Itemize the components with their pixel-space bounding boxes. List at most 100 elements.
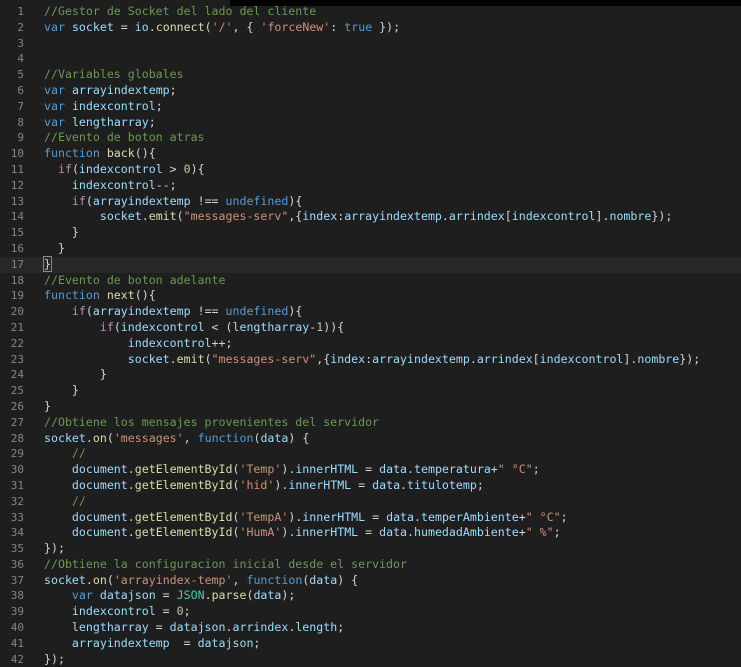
code-line[interactable]: 28 socket.on('messages', function(data) { (0, 431, 741, 447)
code-token: humedadAmbiente (414, 525, 519, 540)
code-token: 'arrayindex-temp' (113, 572, 233, 587)
code-line[interactable]: 23 socket.emit("messages-serv",{index:ar… (0, 352, 741, 368)
code-line[interactable]: 38 var datajson = JSON.parse(data); (0, 588, 741, 604)
code-token: temperatura (414, 462, 491, 477)
code-token: ,{ (316, 351, 331, 366)
code-line[interactable]: 39 indexcontrol = 0; (0, 604, 741, 620)
code-line[interactable]: 21 if(indexcontrol < (lengtharray-1)){ (0, 320, 741, 336)
line-number: 2 (17, 20, 24, 34)
code-token: index (302, 209, 338, 224)
code-line[interactable]: 40 lengtharray = datajson.arrindex.lengt… (0, 620, 741, 636)
code-text: if(indexcontrol < (lengtharray-1)){ (44, 320, 344, 336)
code-line[interactable]: 32 // (0, 494, 741, 510)
code-token: var (44, 114, 65, 129)
code-text: var lengtharray; (44, 115, 156, 131)
code-line[interactable]: 10 function back(){ (0, 146, 741, 162)
code-line[interactable]: 31 document.getElementById('hid').innerH… (0, 478, 741, 494)
code-token: = (113, 19, 135, 34)
code-line[interactable]: 34 document.getElementById('HumA').inner… (0, 525, 741, 541)
code-token: //Evento de boton atras (44, 130, 205, 145)
code-line[interactable]: 17} (0, 255, 741, 273)
code-token: on (92, 430, 107, 445)
code-line[interactable]: 29 // (0, 446, 741, 462)
code-token: indexcontrol (71, 98, 156, 113)
code-line[interactable]: 27 //Obtiene los mensajes provenientes de… (0, 415, 741, 431)
code-line[interactable]: 37 socket.on('arrayindex-temp', function(… (0, 573, 741, 589)
code-token: + (518, 509, 526, 524)
code-token: indexcontrol (127, 335, 212, 350)
code-token: --; (155, 177, 177, 192)
code-token: . (141, 209, 149, 224)
code-token: indexcontrol (78, 161, 163, 176)
code-line[interactable]: 19 function next(){ (0, 288, 741, 304)
code-editor[interactable]: 1 //Gestor de Socket del lado del cliente… (0, 0, 741, 666)
code-line[interactable]: 41 arrayindextemp = datajson; (0, 636, 741, 652)
code-line[interactable]: 8 var lengtharray; (0, 115, 741, 131)
code-token: if (71, 304, 86, 319)
code-line[interactable]: 12 indexcontrol--; (0, 178, 741, 194)
code-token: ( (204, 351, 212, 366)
code-text: } (44, 367, 107, 383)
code-line[interactable]: 3 (0, 36, 741, 52)
code-token: //Obtiene la configuracion inicial desde… (44, 556, 407, 571)
code-line[interactable]: 16 } (0, 241, 741, 257)
code-line[interactable]: 9 //Evento de boton atras (0, 130, 741, 146)
code-token: } (57, 240, 65, 255)
code-line[interactable]: 36 //Obtiene la configuracion inicial des… (0, 557, 741, 573)
code-line[interactable]: 5 //Variables globales (0, 67, 741, 83)
code-token: " %" (525, 525, 554, 540)
code-token: }); (679, 351, 701, 366)
code-line[interactable]: 25 } (0, 383, 741, 399)
code-token: indexcontrol (71, 177, 156, 192)
line-number: 27 (10, 415, 24, 429)
line-number: 36 (10, 557, 24, 571)
code-line[interactable]: 6 var arrayindextemp; (0, 83, 741, 99)
code-token: document (71, 462, 128, 477)
code-line[interactable]: 13 if(arrayindextemp !== undefined){ (0, 194, 741, 210)
line-number: 23 (10, 352, 24, 366)
code-token: 'forceNew' (260, 19, 331, 34)
line-number: 35 (10, 542, 24, 556)
code-line[interactable]: 11 if(indexcontrol > 0){ (0, 162, 741, 178)
code-token: socket (44, 572, 86, 587)
line-number: 8 (17, 115, 24, 129)
code-text: socket.emit("messages-serv",{index:array… (44, 209, 672, 225)
code-line[interactable]: 1 //Gestor de Socket del lado del cliente (0, 4, 741, 20)
code-token: < ( (204, 319, 233, 334)
code-token: ; (183, 604, 191, 619)
code-line[interactable]: 42}); (0, 652, 741, 667)
code-line[interactable]: 7 var indexcontrol; (0, 99, 741, 115)
code-text: document.getElementById('hid').innerHTML… (44, 478, 484, 494)
code-line[interactable]: 20 if(arrayindextemp !== undefined){ (0, 304, 741, 320)
line-number: 7 (17, 99, 24, 113)
code-line[interactable]: 18 //Evento de boton adelante (0, 273, 741, 289)
code-line[interactable]: 4 (0, 51, 741, 67)
code-line[interactable]: 15 } (0, 225, 741, 241)
code-token: getElementById (134, 525, 233, 540)
code-text: indexcontrol--; (44, 178, 177, 194)
line-number: 39 (10, 605, 24, 619)
code-line[interactable]: 33 document.getElementById('TempA').inne… (0, 510, 741, 526)
code-line[interactable]: 26} (0, 399, 741, 415)
code-line[interactable]: 2 var socket = io.connect('/', { 'forceNe… (0, 20, 741, 36)
code-token: arrayindextemp (71, 82, 170, 97)
code-token: = (358, 462, 380, 477)
code-line[interactable]: 35}); (0, 541, 741, 557)
code-token: //Obtiene los mensajes provenientes del … (44, 414, 380, 429)
code-token: ( (204, 19, 212, 34)
code-token: } (44, 398, 51, 413)
code-token: function (197, 430, 254, 445)
code-line[interactable]: 24 } (0, 367, 741, 383)
code-token: data (379, 525, 408, 540)
code-line[interactable]: 30 document.getElementById('Temp').inner… (0, 462, 741, 478)
code-token: (){ (134, 288, 156, 303)
code-line[interactable]: 14 socket.emit("messages-serv",{index:ar… (0, 209, 741, 225)
code-token: . (441, 209, 449, 224)
code-token: data (309, 572, 338, 587)
code-token: . (127, 477, 135, 492)
code-line[interactable]: 22 indexcontrol++; (0, 336, 741, 352)
code-token: " °C" (497, 462, 533, 477)
